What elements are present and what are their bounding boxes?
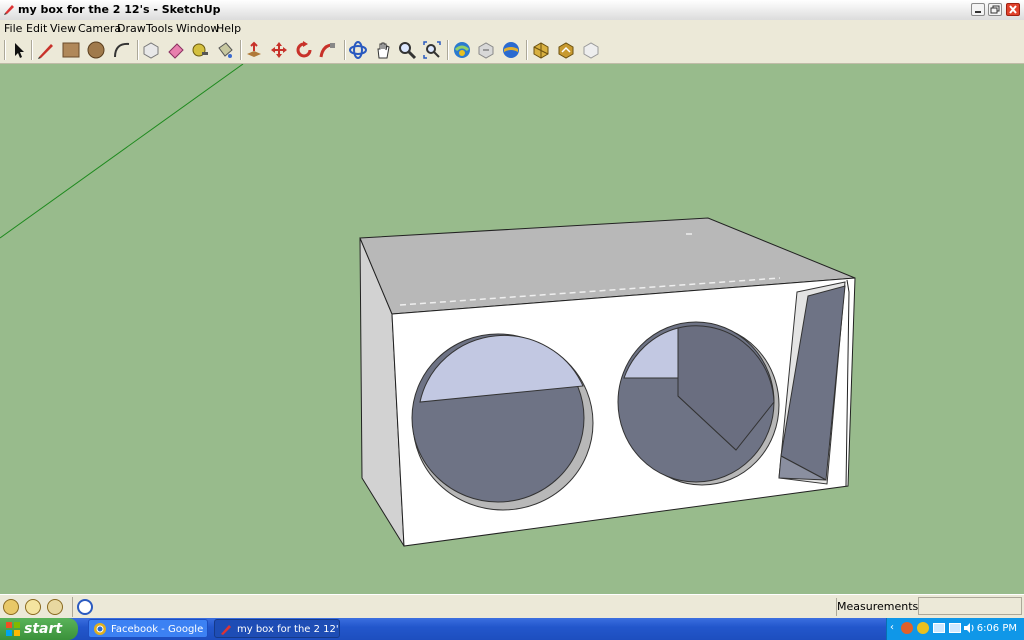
restore-button[interactable]: [988, 3, 1002, 16]
green-axis-line: [0, 64, 244, 239]
menu-window[interactable]: Window: [176, 22, 219, 35]
get-models-icon[interactable]: [452, 40, 472, 60]
start-label: start: [24, 621, 63, 637]
taskbar-item-label: Facebook - Google C...: [111, 624, 207, 635]
speaker-cutout-left: [411, 333, 594, 511]
windows-taskbar: start Facebook - Google C... my box for …: [0, 618, 1024, 640]
push-pull-icon[interactable]: [244, 40, 264, 60]
make-component-icon[interactable]: [141, 40, 161, 60]
toolbar-separator: [240, 40, 242, 60]
orbit-icon[interactable]: [348, 40, 368, 60]
geo-location-icon[interactable]: [3, 599, 19, 615]
select-icon[interactable]: [9, 40, 29, 60]
display-icon[interactable]: [949, 623, 961, 633]
menu-draw[interactable]: Draw: [117, 22, 146, 35]
close-icon: [1009, 5, 1017, 14]
windows-logo-icon: [6, 622, 20, 636]
tray-app-icon[interactable]: [917, 622, 929, 634]
model-canvas[interactable]: [0, 64, 1024, 594]
toolbar-separator: [447, 40, 449, 60]
help-icon[interactable]: [77, 599, 93, 615]
menu-view[interactable]: View: [50, 22, 76, 35]
google-earth-icon[interactable]: [501, 40, 521, 60]
toolbar-separator: [31, 40, 33, 60]
minimize-button[interactable]: [971, 3, 985, 16]
toolbar-separator: [344, 40, 346, 60]
user-account-icon[interactable]: [47, 599, 63, 615]
clock: 6:06 PM: [976, 623, 1017, 634]
circle-icon[interactable]: [86, 40, 106, 60]
menu-help[interactable]: Help: [216, 22, 241, 35]
get-current-view-icon[interactable]: [531, 40, 551, 60]
credits-icon[interactable]: [25, 599, 41, 615]
volume-icon[interactable]: [963, 622, 975, 634]
place-model-icon[interactable]: [581, 40, 601, 60]
tape-measure-icon[interactable]: [190, 40, 210, 60]
sketchup-app-icon: [4, 5, 14, 15]
status-separator: [72, 597, 73, 617]
menu-tools[interactable]: Tools: [146, 22, 173, 35]
start-button[interactable]: start: [0, 618, 78, 640]
rectangle-icon[interactable]: [61, 40, 81, 60]
menu-file[interactable]: File: [4, 22, 22, 35]
tray-app-icon[interactable]: [901, 622, 913, 634]
measurements-label: Measurements: [836, 598, 918, 616]
paint-bucket-icon[interactable]: [215, 40, 235, 60]
minimize-icon: [975, 11, 981, 13]
taskbar-item-sketchup[interactable]: my box for the 2 12's...: [214, 619, 340, 638]
toolbar-separator: [526, 40, 528, 60]
speaker-cutout-right: [617, 321, 780, 486]
chrome-icon: [94, 623, 106, 635]
main-toolbar: [0, 37, 1024, 64]
pan-icon[interactable]: [373, 40, 393, 60]
move-icon[interactable]: [269, 40, 289, 60]
rotate-icon[interactable]: [294, 40, 314, 60]
pencil-icon[interactable]: [36, 40, 56, 60]
drawing-viewport[interactable]: [0, 64, 1024, 594]
toolbar-grip[interactable]: [4, 40, 6, 60]
sketchup-icon: [221, 625, 231, 635]
taskbar-item-chrome[interactable]: Facebook - Google C...: [88, 619, 208, 638]
zoom-icon[interactable]: [397, 40, 417, 60]
share-model-icon[interactable]: [476, 40, 496, 60]
window-title: my box for the 2 12's - SketchUp: [18, 3, 221, 16]
toggle-terrain-icon[interactable]: [556, 40, 576, 60]
menu-edit[interactable]: Edit: [26, 22, 47, 35]
zoom-extents-icon[interactable]: [422, 40, 442, 60]
taskbar-item-label: my box for the 2 12's...: [237, 624, 339, 635]
menu-camera[interactable]: Camera: [78, 22, 121, 35]
measurements-input[interactable]: [918, 597, 1022, 615]
toolbar-separator: [137, 40, 139, 60]
system-tray: ‹ 6:06 PM: [886, 618, 1024, 640]
network-icon[interactable]: [933, 623, 945, 633]
menu-bar: File Edit View Camera Draw Tools Window …: [0, 20, 1024, 36]
arc-icon[interactable]: [112, 40, 132, 60]
tray-expand-icon[interactable]: ‹: [890, 622, 894, 633]
close-button[interactable]: [1006, 3, 1020, 16]
follow-me-icon[interactable]: [318, 40, 338, 60]
restore-icon: [990, 5, 1000, 14]
status-bar: Measurements: [0, 594, 1024, 619]
title-bar: my box for the 2 12's - SketchUp: [0, 0, 1024, 21]
eraser-icon[interactable]: [166, 40, 186, 60]
